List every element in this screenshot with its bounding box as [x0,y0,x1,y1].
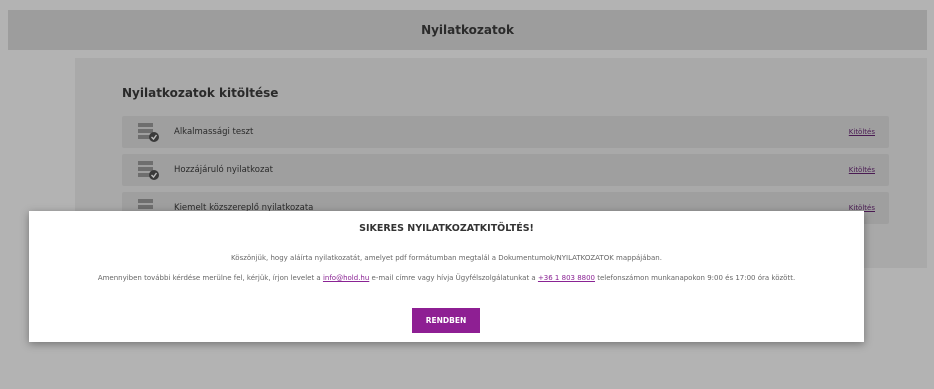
phone-link[interactable]: +36 1 803 8800 [538,274,595,282]
statement-label: Alkalmassági teszt [174,127,254,137]
success-dialog: SIKERES NYILATKOZATKITÖLTÉS! Köszönjük, … [29,211,864,342]
fill-link[interactable]: Kitöltés [849,128,875,136]
statement-label: Hozzájáruló nyilatkozat [174,165,273,175]
contact-text-prefix: Amennyiben további kérdése merülne fel, … [97,274,323,282]
document-check-icon [138,160,160,180]
document-check-icon [138,122,160,142]
email-link[interactable]: info@hold.hu [323,274,369,282]
section-title: Nyilatkozatok kitöltése [122,86,279,100]
dialog-message: Köszönjük, hogy aláírta nyilatkozatát, a… [231,254,662,262]
fill-link[interactable]: Kitöltés [849,166,875,174]
page-title: Nyilatkozatok [421,23,514,37]
contact-text-middle: e-mail címre vagy hívja Ügyfélszolgálatu… [369,274,538,282]
statement-row-consent: Hozzájáruló nyilatkozat Kitöltés [122,154,889,186]
page-header: Nyilatkozatok [8,10,927,50]
dialog-contact-info: Amennyiben további kérdése merülne fel, … [29,274,864,282]
dialog-title: SIKERES NYILATKOZATKITÖLTÉS! [359,223,534,234]
contact-text-suffix: telefonszámon munkanapokon 9:00 és 17:00… [595,274,796,282]
ok-button[interactable]: RENDBEN [412,308,480,333]
statement-row-aptitude-test: Alkalmassági teszt Kitöltés [122,116,889,148]
